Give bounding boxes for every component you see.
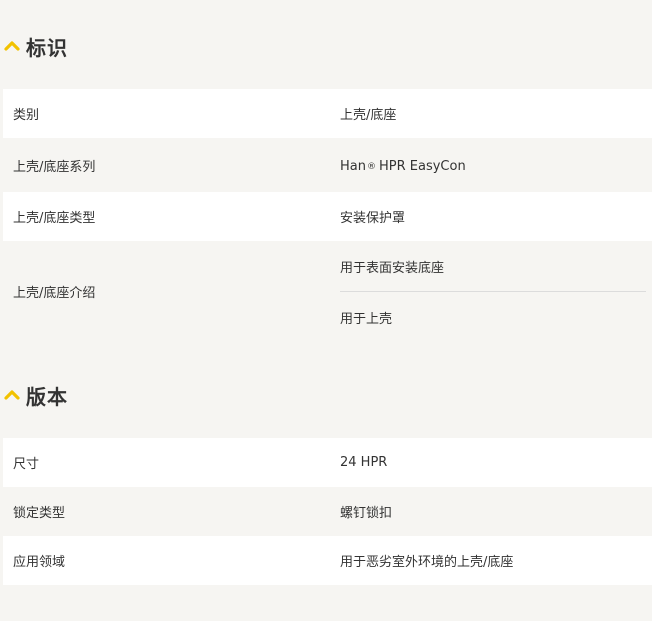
- table-row: 锁定类型 螺钉锁扣: [3, 487, 652, 536]
- section-title: 版本: [26, 384, 68, 409]
- row-label: 尺寸: [13, 457, 40, 472]
- chevron-up-icon: [4, 41, 20, 51]
- table-row: 尺寸 24 HPR: [3, 438, 652, 487]
- row-value: 上壳/底座: [340, 108, 397, 123]
- row-label: 上壳/底座系列: [13, 159, 96, 175]
- chevron-up-icon: [4, 390, 20, 400]
- row-value: 24 HPR: [340, 455, 388, 470]
- row-value: 螺钉锁扣: [340, 506, 393, 521]
- table-row: 上壳/底座系列 Han ® HPR EasyCon: [3, 138, 652, 192]
- section-header-version[interactable]: 版本: [0, 380, 68, 410]
- row-value: 安装保护罩: [340, 211, 406, 226]
- row-value: Han ® HPR EasyCon: [340, 159, 466, 174]
- row-value: 用于恶劣室外环境的上壳/底座: [340, 555, 514, 570]
- section-title: 标识: [26, 35, 68, 60]
- row-label: 上壳/底座类型: [13, 211, 96, 226]
- table-row: 应用领域 用于恶劣室外环境的上壳/底座: [3, 536, 652, 585]
- row-value: 用于表面安装底座: [340, 260, 445, 276]
- row-label: 锁定类型: [13, 506, 66, 521]
- section-header-identification[interactable]: 标识: [0, 31, 68, 61]
- table-row: 上壳/底座介绍 用于表面安装底座 用于上壳: [3, 241, 652, 341]
- version-table: 尺寸 24 HPR 锁定类型 螺钉锁扣 应用领域 用于恶劣室外环境的上壳/底座: [3, 438, 652, 585]
- series-prefix: Han: [340, 159, 366, 174]
- row-value: 用于上壳: [340, 291, 646, 342]
- row-label: 上壳/底座介绍: [13, 285, 96, 301]
- table-row: 上壳/底座类型 安装保护罩: [3, 192, 652, 241]
- identification-table: 类别 上壳/底座 上壳/底座系列 Han ® HPR EasyCon 上壳/底座类型…: [3, 89, 652, 341]
- series-suffix: HPR EasyCon: [378, 159, 466, 174]
- table-row: 类别 上壳/底座: [3, 89, 652, 138]
- row-value-list: 用于表面安装底座 用于上壳: [340, 241, 646, 341]
- row-label: 应用领域: [13, 555, 66, 570]
- row-label: 类别: [13, 108, 40, 123]
